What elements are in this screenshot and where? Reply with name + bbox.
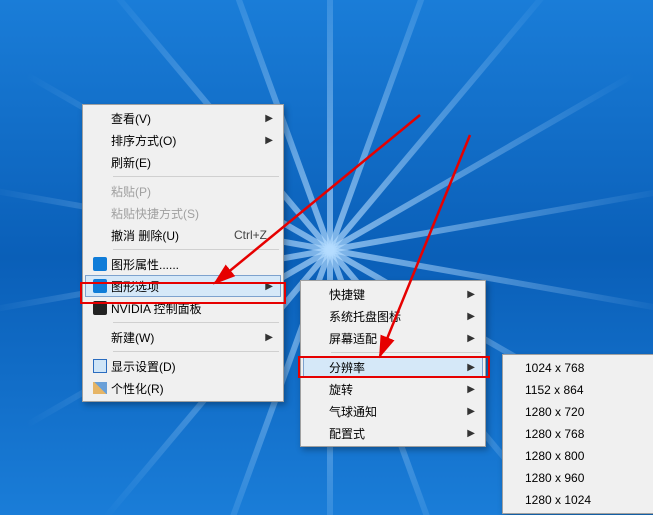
menu-shortcut: Ctrl+Z [234,228,267,242]
empty-icon [307,358,329,376]
menu-item-res-1152x864[interactable]: 1152 x 864 [505,379,653,401]
menu-item-display-settings[interactable]: 显示设置(D) ▶ [85,355,281,377]
menu-label: 1280 x 720 [525,405,653,419]
menu-label: 新建(W) [111,329,263,346]
menu-label: NVIDIA 控制面板 [111,300,263,317]
menu-separator [331,352,481,353]
menu-label: 个性化(R) [111,380,263,397]
chevron-right-icon: ▶ [465,362,475,373]
menu-label: 粘贴(P) [111,183,263,200]
empty-icon [307,285,329,303]
menu-item-res-1024x768[interactable]: 1024 x 768 [505,357,653,379]
menu-item-resolution[interactable]: 分辨率 ▶ [303,356,483,378]
menu-label: 1152 x 864 [525,383,653,397]
menu-item-view[interactable]: 查看(V) ▶ [85,107,281,129]
menu-item-refresh[interactable]: 刷新(E) ▶ [85,151,281,173]
menu-label: 分辨率 [329,359,465,376]
menu-item-res-1280x800[interactable]: 1280 x 800 [505,445,653,467]
menu-label: 1024 x 768 [525,361,653,375]
menu-item-tray-icon[interactable]: 系统托盘图标 ▶ [303,305,483,327]
menu-separator [113,322,279,323]
chevron-right-icon: ▶ [263,113,273,124]
empty-icon [307,307,329,325]
intel-icon [89,277,111,295]
menu-label: 系统托盘图标 [329,308,465,325]
menu-label: 显示设置(D) [111,358,263,375]
chevron-right-icon: ▶ [263,332,273,343]
empty-icon [89,328,111,346]
menu-item-graphics-properties[interactable]: 图形属性...... ▶ [85,253,281,275]
empty-icon [89,226,111,244]
empty-icon [89,131,111,149]
menu-label: 撤消 删除(U) [111,227,214,244]
resolution-submenu: 1024 x 768 1152 x 864 1280 x 720 1280 x … [502,354,653,514]
menu-label: 查看(V) [111,110,263,127]
empty-icon [89,153,111,171]
intel-icon [89,255,111,273]
chevron-right-icon: ▶ [465,289,475,300]
empty-icon [307,424,329,442]
menu-item-screen-fit[interactable]: 屏幕适配 ▶ [303,327,483,349]
monitor-icon [89,357,111,375]
empty-icon [307,402,329,420]
empty-icon [89,182,111,200]
menu-separator [113,249,279,250]
menu-item-new[interactable]: 新建(W) ▶ [85,326,281,348]
empty-icon [89,109,111,127]
chevron-right-icon: ▶ [465,311,475,322]
menu-item-graphics-options[interactable]: 图形选项 ▶ [85,275,281,297]
menu-label: 旋转 [329,381,465,398]
menu-item-sort[interactable]: 排序方式(O) ▶ [85,129,281,151]
menu-item-personalize[interactable]: 个性化(R) ▶ [85,377,281,399]
menu-label: 气球通知 [329,403,465,420]
menu-label: 刷新(E) [111,154,263,171]
menu-label: 1280 x 1024 [525,493,653,507]
menu-item-balloon-notify[interactable]: 气球通知 ▶ [303,400,483,422]
menu-separator [113,351,279,352]
empty-icon [307,329,329,347]
menu-item-paste: 粘贴(P) ▶ [85,180,281,202]
chevron-right-icon: ▶ [465,333,475,344]
menu-separator [113,176,279,177]
menu-item-hotkeys[interactable]: 快捷键 ▶ [303,283,483,305]
desktop-context-menu: 查看(V) ▶ 排序方式(O) ▶ 刷新(E) ▶ 粘贴(P) ▶ 粘贴快捷方式… [82,104,284,402]
chevron-right-icon: ▶ [465,428,475,439]
nvidia-icon [89,299,111,317]
menu-label: 快捷键 [329,286,465,303]
graphics-options-submenu: 快捷键 ▶ 系统托盘图标 ▶ 屏幕适配 ▶ 分辨率 ▶ 旋转 ▶ 气球通知 ▶ … [300,280,486,447]
empty-icon [307,380,329,398]
menu-item-res-1280x960[interactable]: 1280 x 960 [505,467,653,489]
menu-item-res-1280x720[interactable]: 1280 x 720 [505,401,653,423]
menu-item-nvidia-control-panel[interactable]: NVIDIA 控制面板 ▶ [85,297,281,319]
menu-label: 屏幕适配 [329,330,465,347]
menu-item-undo-delete[interactable]: 撤消 删除(U) Ctrl+Z [85,224,281,246]
menu-item-res-1280x768[interactable]: 1280 x 768 [505,423,653,445]
menu-item-res-1280x1024[interactable]: 1280 x 1024 [505,489,653,511]
chevron-right-icon: ▶ [263,135,273,146]
menu-item-profile[interactable]: 配置式 ▶ [303,422,483,444]
menu-label: 1280 x 960 [525,471,653,485]
menu-item-rotation[interactable]: 旋转 ▶ [303,378,483,400]
menu-label: 粘贴快捷方式(S) [111,205,263,222]
menu-label: 配置式 [329,425,465,442]
empty-icon [89,204,111,222]
menu-label: 1280 x 800 [525,449,653,463]
menu-item-paste-shortcut: 粘贴快捷方式(S) ▶ [85,202,281,224]
menu-label: 排序方式(O) [111,132,263,149]
menu-label: 图形属性...... [111,256,263,273]
chevron-right-icon: ▶ [263,281,273,292]
chevron-right-icon: ▶ [465,406,475,417]
menu-label: 图形选项 [111,278,263,295]
chevron-right-icon: ▶ [465,384,475,395]
personalize-icon [89,379,111,397]
menu-label: 1280 x 768 [525,427,653,441]
